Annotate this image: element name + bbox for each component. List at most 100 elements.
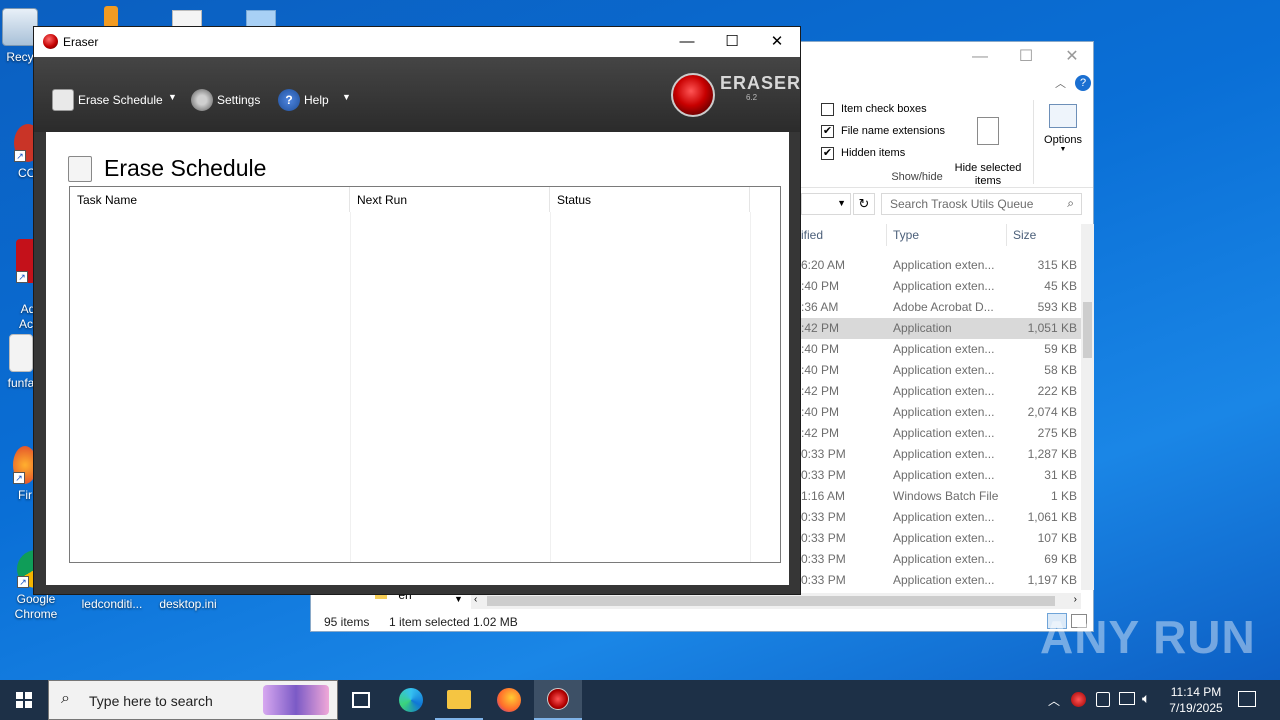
cell-date: :40 PM [801,405,840,419]
column-header-next-run[interactable]: Next Run [350,187,550,212]
settings-button[interactable]: Settings [191,88,260,112]
chevron-down-icon: ▼ [1059,146,1067,153]
eraser-window: Eraser — ☐ ✕ Erase Schedule ▼ Settings ?… [33,26,801,595]
table-row[interactable]: 0:33 PM Application exten... 107 KB [801,528,1081,549]
firefox-icon [497,688,521,712]
help-dropdown-icon[interactable]: ▼ [342,92,351,102]
eraser-icon [547,688,569,710]
show-hidden-icons-button[interactable]: ︿ [1048,692,1060,709]
eraser-tray-icon[interactable] [1071,692,1086,707]
erase-schedule-dropdown-icon[interactable]: ▼ [168,92,177,102]
search-icon: ⌕ [61,690,70,707]
table-row[interactable]: :36 AM Adobe Acrobat D... 593 KB [801,297,1081,318]
cell-date: :40 PM [801,342,840,356]
network-icon[interactable] [1119,692,1135,705]
cell-type: Application exten... [893,531,995,545]
cell-date: :42 PM [801,321,840,335]
refresh-button[interactable]: ↻ [853,193,875,215]
search-input[interactable]: Search Traosk Utils Queue ⌕ [881,193,1082,215]
scroll-right-icon[interactable]: › [1074,594,1077,605]
column-header-size[interactable]: Size [1013,228,1036,242]
column-header-task-name[interactable]: Task Name [70,187,350,212]
gear-icon [191,89,213,111]
table-row[interactable]: :40 PM Application exten... 59 KB [801,339,1081,360]
table-row[interactable]: 0:33 PM Application exten... 1,061 KB [801,507,1081,528]
table-row[interactable]: :42 PM Application exten... 222 KB [801,381,1081,402]
table-row[interactable]: :42 PM Application 1,051 KB [801,318,1081,339]
column-header-status[interactable]: Status [550,187,750,212]
cell-date: 0:33 PM [801,447,846,461]
cell-date: :40 PM [801,363,840,377]
table-row[interactable]: :42 PM Application exten... 275 KB [801,423,1081,444]
table-row[interactable]: 0:33 PM Application exten... 1,197 KB [801,570,1081,591]
ribbon-collapse-icon[interactable]: ︿ [1055,75,1066,91]
maximize-button[interactable]: ☐ [709,27,755,57]
table-row[interactable]: 0:33 PM Application exten... 1,287 KB [801,444,1081,465]
cell-date: 6:20 AM [801,258,846,272]
desktop-file-ledconditi[interactable]: ledconditi... [74,597,150,612]
vlc-icon[interactable] [104,6,118,28]
task-list[interactable]: Task Name Next Run Status [69,186,781,563]
column-divider [886,224,887,246]
file-name-extensions-checkbox[interactable]: ✔ File name extensions [821,122,945,140]
eraser-logo-text: ERASER [720,73,802,93]
eraser-version: 6.2 [746,93,758,102]
scroll-left-icon[interactable]: ‹ [474,594,477,605]
cell-type: Application exten... [893,447,995,461]
cell-date: :42 PM [801,426,840,440]
options-button[interactable]: Options ▼ [1037,104,1089,153]
chevron-down-icon[interactable]: ▼ [454,594,463,604]
taskbar-edge[interactable] [387,680,435,720]
help-button[interactable]: ? Help [278,88,329,112]
column-header-date-modified[interactable]: ified [801,228,823,242]
cell-size: 1,051 KB [1027,321,1077,335]
close-button[interactable]: ✕ [754,27,800,57]
table-row[interactable]: :40 PM Application exten... 45 KB [801,276,1081,297]
cell-date: :36 AM [801,300,839,314]
taskbar: ⌕ Type here to search ︿ 🔈︎ 11:14 PM 7/19… [0,680,1280,720]
status-selection: 1 item selected 1.02 MB [389,615,518,629]
start-button[interactable] [0,680,48,720]
clock[interactable]: 11:14 PM 7/19/2025 [1166,684,1226,716]
folder-icon [447,690,471,709]
explorer-minimize-button[interactable]: — [957,46,1003,68]
explorer-close-button[interactable]: ✕ [1049,46,1095,68]
task-view-button[interactable] [338,680,386,720]
desktop-file-desktop-ini[interactable]: desktop.ini [150,597,226,612]
table-row[interactable]: :40 PM Application exten... 2,074 KB [801,402,1081,423]
item-check-boxes-checkbox[interactable]: Item check boxes [821,100,927,118]
minimize-button[interactable]: — [664,27,710,57]
taskbar-eraser[interactable] [534,680,582,720]
schedule-icon [52,89,74,111]
notifications-icon[interactable] [1238,691,1256,707]
cell-date: 0:33 PM [801,468,846,482]
help-icon[interactable]: ? [1075,75,1091,91]
column-header-type[interactable]: Type [893,228,919,242]
device-icon[interactable] [1096,692,1110,707]
cell-size: 59 KB [1044,342,1077,356]
table-row[interactable]: 1:16 AM Windows Batch File 1 KB [801,486,1081,507]
table-row[interactable]: 0:33 PM Application exten... 69 KB [801,549,1081,570]
table-row[interactable]: :40 PM Application exten... 58 KB [801,360,1081,381]
address-bar[interactable]: ▼ [801,193,851,215]
table-row[interactable]: 0:33 PM Application exten... 31 KB [801,465,1081,486]
taskbar-file-explorer[interactable] [435,680,483,720]
cell-size: 593 KB [1037,300,1077,314]
cell-type: Application exten... [893,342,995,356]
erase-schedule-button[interactable]: Erase Schedule [52,88,163,112]
taskbar-firefox[interactable] [485,680,533,720]
eraser-app-icon [43,34,58,49]
hidden-items-checkbox[interactable]: ✔ Hidden items [821,144,905,162]
vertical-scrollbar[interactable] [1081,224,1094,590]
table-row[interactable]: 6:20 AM Application exten... 315 KB [801,255,1081,276]
cell-date: 1:16 AM [801,489,846,503]
view-ribbon: Item check boxes ✔ File name extensions … [801,96,1093,188]
explorer-maximize-button[interactable]: ☐ [1003,46,1049,68]
scrollbar-thumb[interactable] [487,596,1055,606]
cell-type: Application exten... [893,384,995,398]
taskbar-search-input[interactable]: ⌕ Type here to search [48,680,338,720]
scrollbar-thumb[interactable] [1083,302,1092,358]
horizontal-scrollbar[interactable]: ‹ › [471,593,1081,609]
volume-icon[interactable]: 🔈︎ [1142,690,1150,707]
cell-date: 0:33 PM [801,510,846,524]
